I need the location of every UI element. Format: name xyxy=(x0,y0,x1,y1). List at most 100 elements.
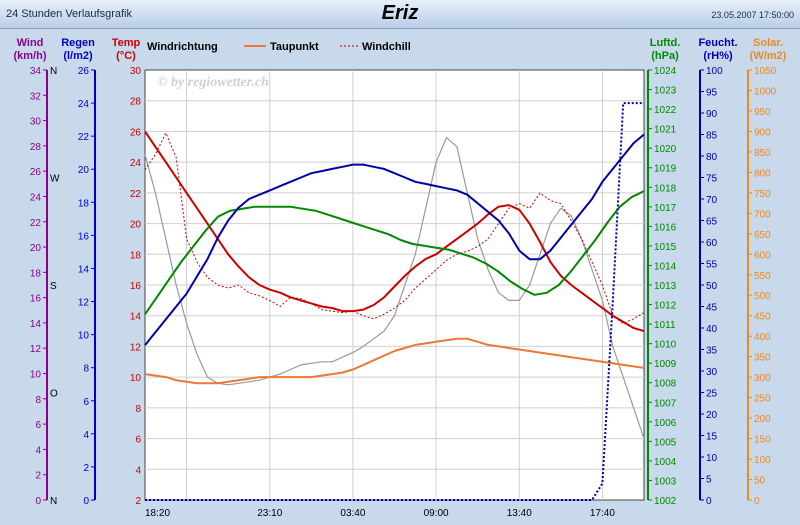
solar-tick-label: 350 xyxy=(754,353,771,364)
feucht-tick-label: 100 xyxy=(706,66,723,77)
temp-tick-label: 6 xyxy=(135,435,141,446)
solar-tick-label: 1000 xyxy=(754,86,777,97)
regen-tick-label: 4 xyxy=(83,430,89,441)
luftd-tick-label: 1006 xyxy=(654,418,677,429)
windrichtung-tick-label: N xyxy=(50,496,57,507)
feucht-tick-label: 20 xyxy=(706,410,718,421)
temp-tick-label: 22 xyxy=(130,189,142,200)
luftd-tick-label: 1017 xyxy=(654,203,677,214)
temp-tick-label: 18 xyxy=(130,250,142,261)
temp-tick-label: 28 xyxy=(130,97,142,108)
legend: Windrichtung Taupunkt Windchill xyxy=(147,41,411,53)
feucht-tick-label: 25 xyxy=(706,389,718,400)
luftd-tick-label: 1009 xyxy=(654,359,677,370)
feucht-tick-label: 30 xyxy=(706,367,718,378)
x-tick-label: 09:00 xyxy=(424,508,449,519)
wind-tick-label: 32 xyxy=(30,91,42,102)
solar-tick-label: 300 xyxy=(754,373,771,384)
solar-tick-label: 700 xyxy=(754,209,771,220)
solar-tick-label: 850 xyxy=(754,148,771,159)
solar-tick-label: 800 xyxy=(754,168,771,179)
feucht-tick-label: 0 xyxy=(706,496,712,507)
luftd-axis-label: Luftd. xyxy=(650,37,681,49)
feucht-tick-label: 10 xyxy=(706,453,718,464)
solar-tick-label: 550 xyxy=(754,271,771,282)
regen-tick-label: 6 xyxy=(83,397,89,408)
regen-tick-label: 2 xyxy=(83,463,89,474)
temp-tick-label: 14 xyxy=(130,312,142,323)
solar-tick-label: 1050 xyxy=(754,66,777,77)
regen-tick-label: 16 xyxy=(78,231,90,242)
luftd-tick-label: 1003 xyxy=(654,476,677,487)
solar-axis-unit: (W/m2) xyxy=(750,50,787,62)
x-tick-label: 18:20 xyxy=(145,508,170,519)
regen-tick-label: 14 xyxy=(78,264,90,275)
feucht-tick-label: 15 xyxy=(706,432,718,443)
temp-tick-label: 4 xyxy=(135,465,141,476)
regen-tick-label: 10 xyxy=(78,331,90,342)
luftd-tick-label: 1005 xyxy=(654,437,677,448)
wind-tick-label: 12 xyxy=(30,344,42,355)
wind-tick-label: 14 xyxy=(30,319,42,330)
solar-tick-label: 150 xyxy=(754,435,771,446)
luftd-axis-unit: (hPa) xyxy=(651,50,679,62)
wind-tick-label: 24 xyxy=(30,192,42,203)
wind-tick-label: 10 xyxy=(30,370,42,381)
legend-taupunkt: Taupunkt xyxy=(270,41,319,53)
temp-tick-label: 2 xyxy=(135,496,141,507)
wind-tick-label: 0 xyxy=(35,496,41,507)
regen-tick-label: 24 xyxy=(78,99,90,110)
temp-axis-label: Temp xyxy=(112,37,141,49)
regen-axis-label: Regen xyxy=(61,37,95,49)
feucht-tick-label: 70 xyxy=(706,195,718,206)
solar-tick-label: 500 xyxy=(754,291,771,302)
watermark: © by regiowetter.ch xyxy=(157,75,269,90)
temp-tick-label: 26 xyxy=(130,127,142,138)
temp-tick-label: 12 xyxy=(130,342,142,353)
regen-tick-label: 8 xyxy=(83,364,89,375)
luftd-tick-label: 1002 xyxy=(654,496,677,507)
luftd-tick-label: 1010 xyxy=(654,340,677,351)
luftd-tick-label: 1014 xyxy=(654,261,677,272)
temp-tick-label: 10 xyxy=(130,373,142,384)
windrichtung-tick-label: O xyxy=(50,389,58,400)
solar-tick-label: 400 xyxy=(754,332,771,343)
wind-tick-label: 26 xyxy=(30,167,42,178)
wind-tick-label: 18 xyxy=(30,268,42,279)
regen-tick-label: 22 xyxy=(78,132,90,143)
feucht-tick-label: 5 xyxy=(706,475,712,486)
luftd-tick-label: 1015 xyxy=(654,242,677,253)
regen-tick-label: 12 xyxy=(78,298,90,309)
x-tick-label: 23:10 xyxy=(257,508,282,519)
temp-axis-unit: (°C) xyxy=(116,50,136,62)
solar-tick-label: 600 xyxy=(754,250,771,261)
luftd-tick-label: 1007 xyxy=(654,398,677,409)
luftd-tick-label: 1024 xyxy=(654,66,677,77)
luftd-tick-label: 1019 xyxy=(654,164,677,175)
temp-tick-label: 16 xyxy=(130,281,142,292)
luftd-tick-label: 1018 xyxy=(654,183,677,194)
wind-tick-label: 22 xyxy=(30,218,42,229)
wind-tick-label: 8 xyxy=(35,395,41,406)
solar-tick-label: 0 xyxy=(754,496,760,507)
weather-chart: 0246810121416182022242628303234024681012… xyxy=(14,37,787,519)
luftd-tick-label: 1011 xyxy=(654,320,676,331)
x-tick-label: 03:40 xyxy=(340,508,365,519)
regen-tick-label: 18 xyxy=(78,198,90,209)
wind-tick-label: 20 xyxy=(30,243,42,254)
feucht-axis-unit: (rH%) xyxy=(703,50,733,62)
windrichtung-tick-label: S xyxy=(50,281,57,292)
solar-tick-label: 450 xyxy=(754,312,771,323)
solar-tick-label: 650 xyxy=(754,230,771,241)
wind-tick-label: 4 xyxy=(35,445,41,456)
wind-tick-label: 28 xyxy=(30,142,42,153)
temp-tick-label: 30 xyxy=(130,66,142,77)
feucht-tick-label: 35 xyxy=(706,346,718,357)
luftd-tick-label: 1012 xyxy=(654,301,677,312)
solar-tick-label: 100 xyxy=(754,455,771,466)
luftd-tick-label: 1008 xyxy=(654,379,677,390)
feucht-axis-label: Feucht. xyxy=(698,37,737,49)
wind-tick-label: 6 xyxy=(35,420,41,431)
luftd-tick-label: 1004 xyxy=(654,457,677,468)
regen-tick-label: 26 xyxy=(78,66,90,77)
